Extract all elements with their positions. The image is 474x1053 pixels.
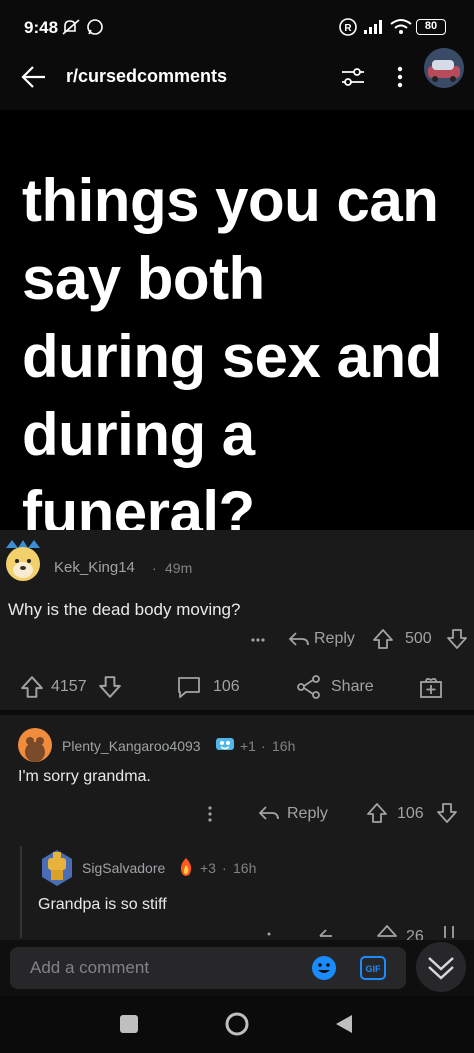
filter-icon[interactable] [340, 64, 366, 90]
comment-2-upvote-icon[interactable] [376, 924, 398, 940]
recents-button[interactable] [120, 1015, 138, 1033]
downvote-icon[interactable] [446, 628, 468, 650]
comment-1-downvote-icon[interactable] [436, 802, 458, 824]
comment-separator: · [152, 560, 157, 576]
comment-1-separator: · [261, 738, 266, 754]
collapse-button[interactable] [416, 942, 466, 992]
comments-icon[interactable] [176, 675, 202, 699]
comment-2-text: Grandpa is so stiff [38, 896, 167, 913]
thread-line[interactable] [20, 846, 22, 938]
comment-1-award-count: +1 [240, 738, 256, 754]
comment-1-more-icon[interactable] [202, 804, 218, 824]
comment-1-vote-count: 106 [397, 805, 424, 822]
home-button[interactable] [224, 1011, 250, 1037]
plenty-kangaroo-avatar[interactable] [18, 728, 52, 762]
comment-2-time: 16h [233, 860, 257, 876]
registered-icon: R [338, 17, 358, 37]
comment-2-reply-icon[interactable] [318, 926, 340, 940]
back-button[interactable] [334, 1013, 354, 1035]
svg-text:GIF: GIF [366, 964, 382, 974]
share-icon[interactable] [296, 675, 322, 699]
subreddit-title[interactable]: r/cursedcomments [66, 66, 227, 87]
upvote-icon[interactable] [372, 628, 394, 650]
status-time: 9:48 [24, 18, 59, 37]
back-arrow-icon[interactable] [20, 64, 48, 90]
battery-level: 80 [424, 20, 438, 32]
sig-salvadore-avatar[interactable] [38, 848, 76, 888]
fire-award-icon [176, 856, 196, 878]
svg-text:R: R [344, 23, 352, 34]
kek-king-avatar[interactable] [2, 538, 44, 586]
post-vote-count: 4157 [51, 678, 87, 695]
comment-time: 49m [165, 560, 193, 576]
comment-2-username[interactable]: SigSalvadore [82, 860, 165, 876]
comment-1-reply-icon[interactable] [258, 803, 280, 823]
emoji-icon[interactable] [311, 955, 337, 981]
comment-2-vote-count: 26 [406, 928, 424, 940]
battery-icon: 80 [416, 19, 446, 35]
avatar[interactable] [424, 48, 464, 88]
more-icon[interactable] [392, 64, 408, 90]
wifi-icon [390, 18, 412, 36]
whatsapp-icon [86, 18, 104, 36]
comment-1-username[interactable]: Plenty_Kangaroo4093 [62, 738, 201, 754]
comment-1-reply-button[interactable]: Reply [287, 805, 328, 823]
double-chevron-down-icon [428, 957, 454, 980]
mute-icon [62, 18, 82, 36]
comment-1-time: 16h [272, 738, 296, 754]
comment-1-upvote-icon[interactable] [366, 802, 388, 824]
comment-text: Why is the dead body moving? [8, 600, 241, 619]
comment-more-icon[interactable] [250, 630, 266, 650]
comment-1-text: I'm sorry grandma. [18, 768, 151, 785]
award-icon[interactable] [418, 674, 444, 700]
signal-icon [362, 18, 386, 36]
reply-button[interactable]: Reply [314, 630, 355, 648]
comment-2-award-count: +3 [200, 860, 216, 876]
comment-2-separator: · [222, 860, 227, 876]
reply-icon[interactable] [288, 629, 310, 649]
post-downvote-icon[interactable] [98, 675, 122, 699]
comment-2-more-icon[interactable] [264, 928, 274, 940]
award-badge-icon [214, 734, 236, 754]
share-button[interactable]: Share [331, 678, 374, 696]
comment-vote-count: 500 [405, 630, 432, 647]
comments-count[interactable]: 106 [213, 678, 240, 696]
add-comment-placeholder: Add a comment [30, 958, 150, 977]
gif-icon[interactable]: GIF [359, 955, 387, 981]
post-image-text: things you can say both during sex and d… [22, 167, 442, 546]
post-upvote-icon[interactable] [20, 675, 44, 699]
comment-2-downvote-icon[interactable] [438, 924, 460, 940]
comment-username[interactable]: Kek_King14 [54, 559, 135, 576]
